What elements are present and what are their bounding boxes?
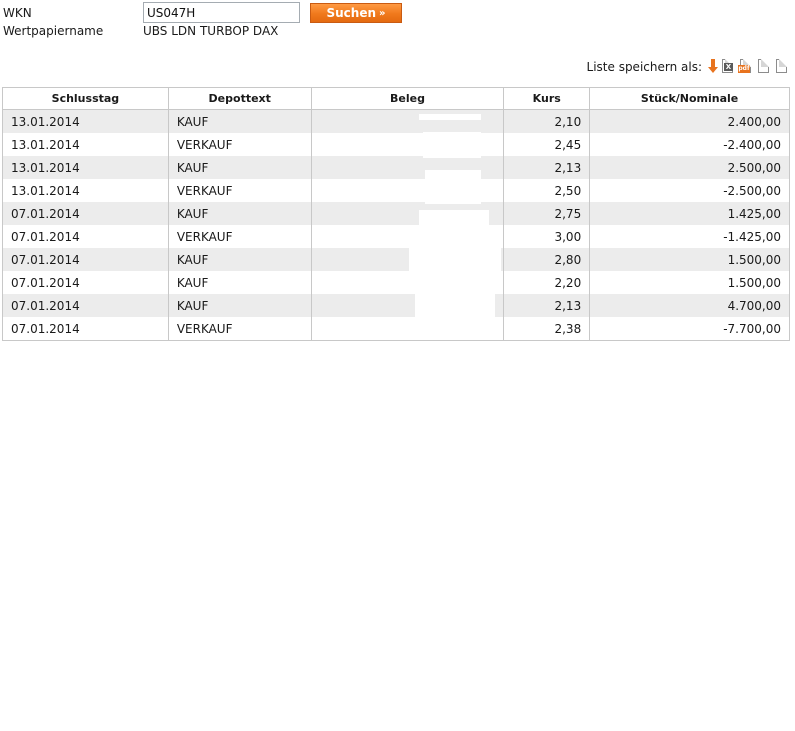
cell-stueck: -2.500,00: [589, 179, 790, 202]
excel-badge: X: [724, 63, 733, 71]
cell-stueck: 2.500,00: [589, 156, 790, 179]
search-button[interactable]: Suchen »: [310, 3, 402, 23]
search-button-label: Suchen: [326, 6, 377, 20]
cell-depottext: VERKAUF: [167, 317, 312, 341]
transaction-search-page: WKN Suchen » Wertpapiername UBS LDN TURB…: [0, 0, 795, 731]
cell-schlusstag: 07.01.2014: [2, 294, 169, 317]
column-header-kurs[interactable]: Kurs: [503, 87, 591, 110]
security-name-value: UBS LDN TURBOP DAX: [143, 24, 279, 38]
cell-kurs: 2,20: [503, 271, 591, 294]
column-header-stueck[interactable]: Stück/Nominale: [589, 87, 790, 110]
cell-depottext: VERKAUF: [167, 133, 312, 156]
cell-stueck: -1.425,00: [589, 225, 790, 248]
cell-beleg: [310, 156, 505, 179]
cell-kurs: 2,45: [503, 133, 591, 156]
table-row: 13.01.2014 VERKAUF 2,45 -2.400,00: [2, 133, 790, 156]
column-header-depottext[interactable]: Depottext: [167, 87, 312, 110]
cell-depottext: KAUF: [167, 248, 312, 271]
cell-kurs: 3,00: [503, 225, 591, 248]
cell-beleg: [310, 294, 505, 317]
table-row: 13.01.2014 KAUF 2,10 2.400,00: [2, 109, 790, 133]
cell-schlusstag: 13.01.2014: [2, 109, 169, 133]
save-list-toolbar: Liste speichern als: X pdf: [587, 58, 790, 75]
table-row: 07.01.2014 KAUF 2,20 1.500,00: [2, 271, 790, 294]
excel-icon[interactable]: X: [720, 58, 736, 75]
wkn-label: WKN: [3, 6, 32, 20]
cell-beleg: [310, 133, 505, 156]
cell-kurs: 2,38: [503, 317, 591, 341]
cell-schlusstag: 13.01.2014: [2, 179, 169, 202]
table-row: 13.01.2014 VERKAUF 2,50 -2.500,00: [2, 179, 790, 202]
cell-schlusstag: 13.01.2014: [2, 156, 169, 179]
table-header-row: Schlusstag Depottext Beleg Kurs Stück/No…: [2, 87, 790, 110]
table-row: 07.01.2014 VERKAUF 2,38 -7.700,00: [2, 317, 790, 341]
cell-kurs: 2,50: [503, 179, 591, 202]
column-header-beleg[interactable]: Beleg: [310, 87, 505, 110]
cell-schlusstag: 07.01.2014: [2, 271, 169, 294]
cell-schlusstag: 07.01.2014: [2, 317, 169, 341]
cell-stueck: 1.425,00: [589, 202, 790, 225]
cell-stueck: -7.700,00: [589, 317, 790, 341]
cell-kurs: 2,13: [503, 156, 591, 179]
cell-depottext: KAUF: [167, 156, 312, 179]
cell-schlusstag: 13.01.2014: [2, 133, 169, 156]
table-row: 07.01.2014 KAUF 2,75 1.425,00: [2, 202, 790, 225]
cell-stueck: 2.400,00: [589, 109, 790, 133]
column-header-schlusstag[interactable]: Schlusstag: [2, 87, 169, 110]
cell-kurs: 2,13: [503, 294, 591, 317]
cell-beleg: [310, 248, 505, 271]
pdf-icon[interactable]: pdf: [738, 58, 754, 75]
cell-stueck: -2.400,00: [589, 133, 790, 156]
cell-beleg: [310, 179, 505, 202]
double-chevron-right-icon: »: [379, 7, 386, 19]
csv-file-icon[interactable]: [756, 58, 772, 75]
cell-kurs: 2,75: [503, 202, 591, 225]
cell-depottext: VERKAUF: [167, 179, 312, 202]
cell-depottext: KAUF: [167, 109, 312, 133]
cell-kurs: 2,80: [503, 248, 591, 271]
wkn-input[interactable]: [143, 2, 300, 23]
save-list-label: Liste speichern als:: [586, 60, 702, 74]
cell-depottext: VERKAUF: [167, 225, 312, 248]
cell-stueck: 4.700,00: [589, 294, 790, 317]
cell-depottext: KAUF: [167, 202, 312, 225]
cell-beleg: [310, 225, 505, 248]
cell-depottext: KAUF: [167, 271, 312, 294]
transactions-table: Schlusstag Depottext Beleg Kurs Stück/No…: [2, 87, 790, 341]
cell-stueck: 1.500,00: [589, 271, 790, 294]
txt-file-icon[interactable]: [774, 58, 790, 75]
table-row: 07.01.2014 KAUF 2,80 1.500,00: [2, 248, 790, 271]
cell-beleg: [310, 202, 505, 225]
cell-stueck: 1.500,00: [589, 248, 790, 271]
pdf-badge: pdf: [738, 65, 750, 73]
table-row: 07.01.2014 VERKAUF 3,00 -1.425,00: [2, 225, 790, 248]
cell-kurs: 2,10: [503, 109, 591, 133]
cell-schlusstag: 07.01.2014: [2, 202, 169, 225]
download-arrow-icon[interactable]: [708, 58, 718, 75]
security-name-label: Wertpapiername: [3, 24, 104, 38]
cell-beleg: [310, 109, 505, 133]
table-row: 13.01.2014 KAUF 2,13 2.500,00: [2, 156, 790, 179]
cell-schlusstag: 07.01.2014: [2, 225, 169, 248]
cell-beleg: [310, 317, 505, 341]
table-row: 07.01.2014 KAUF 2,13 4.700,00: [2, 294, 790, 317]
cell-beleg: [310, 271, 505, 294]
cell-depottext: KAUF: [167, 294, 312, 317]
cell-schlusstag: 07.01.2014: [2, 248, 169, 271]
table-body: 13.01.2014 KAUF 2,10 2.400,00 13.01.2014 VERK…: [2, 109, 790, 341]
